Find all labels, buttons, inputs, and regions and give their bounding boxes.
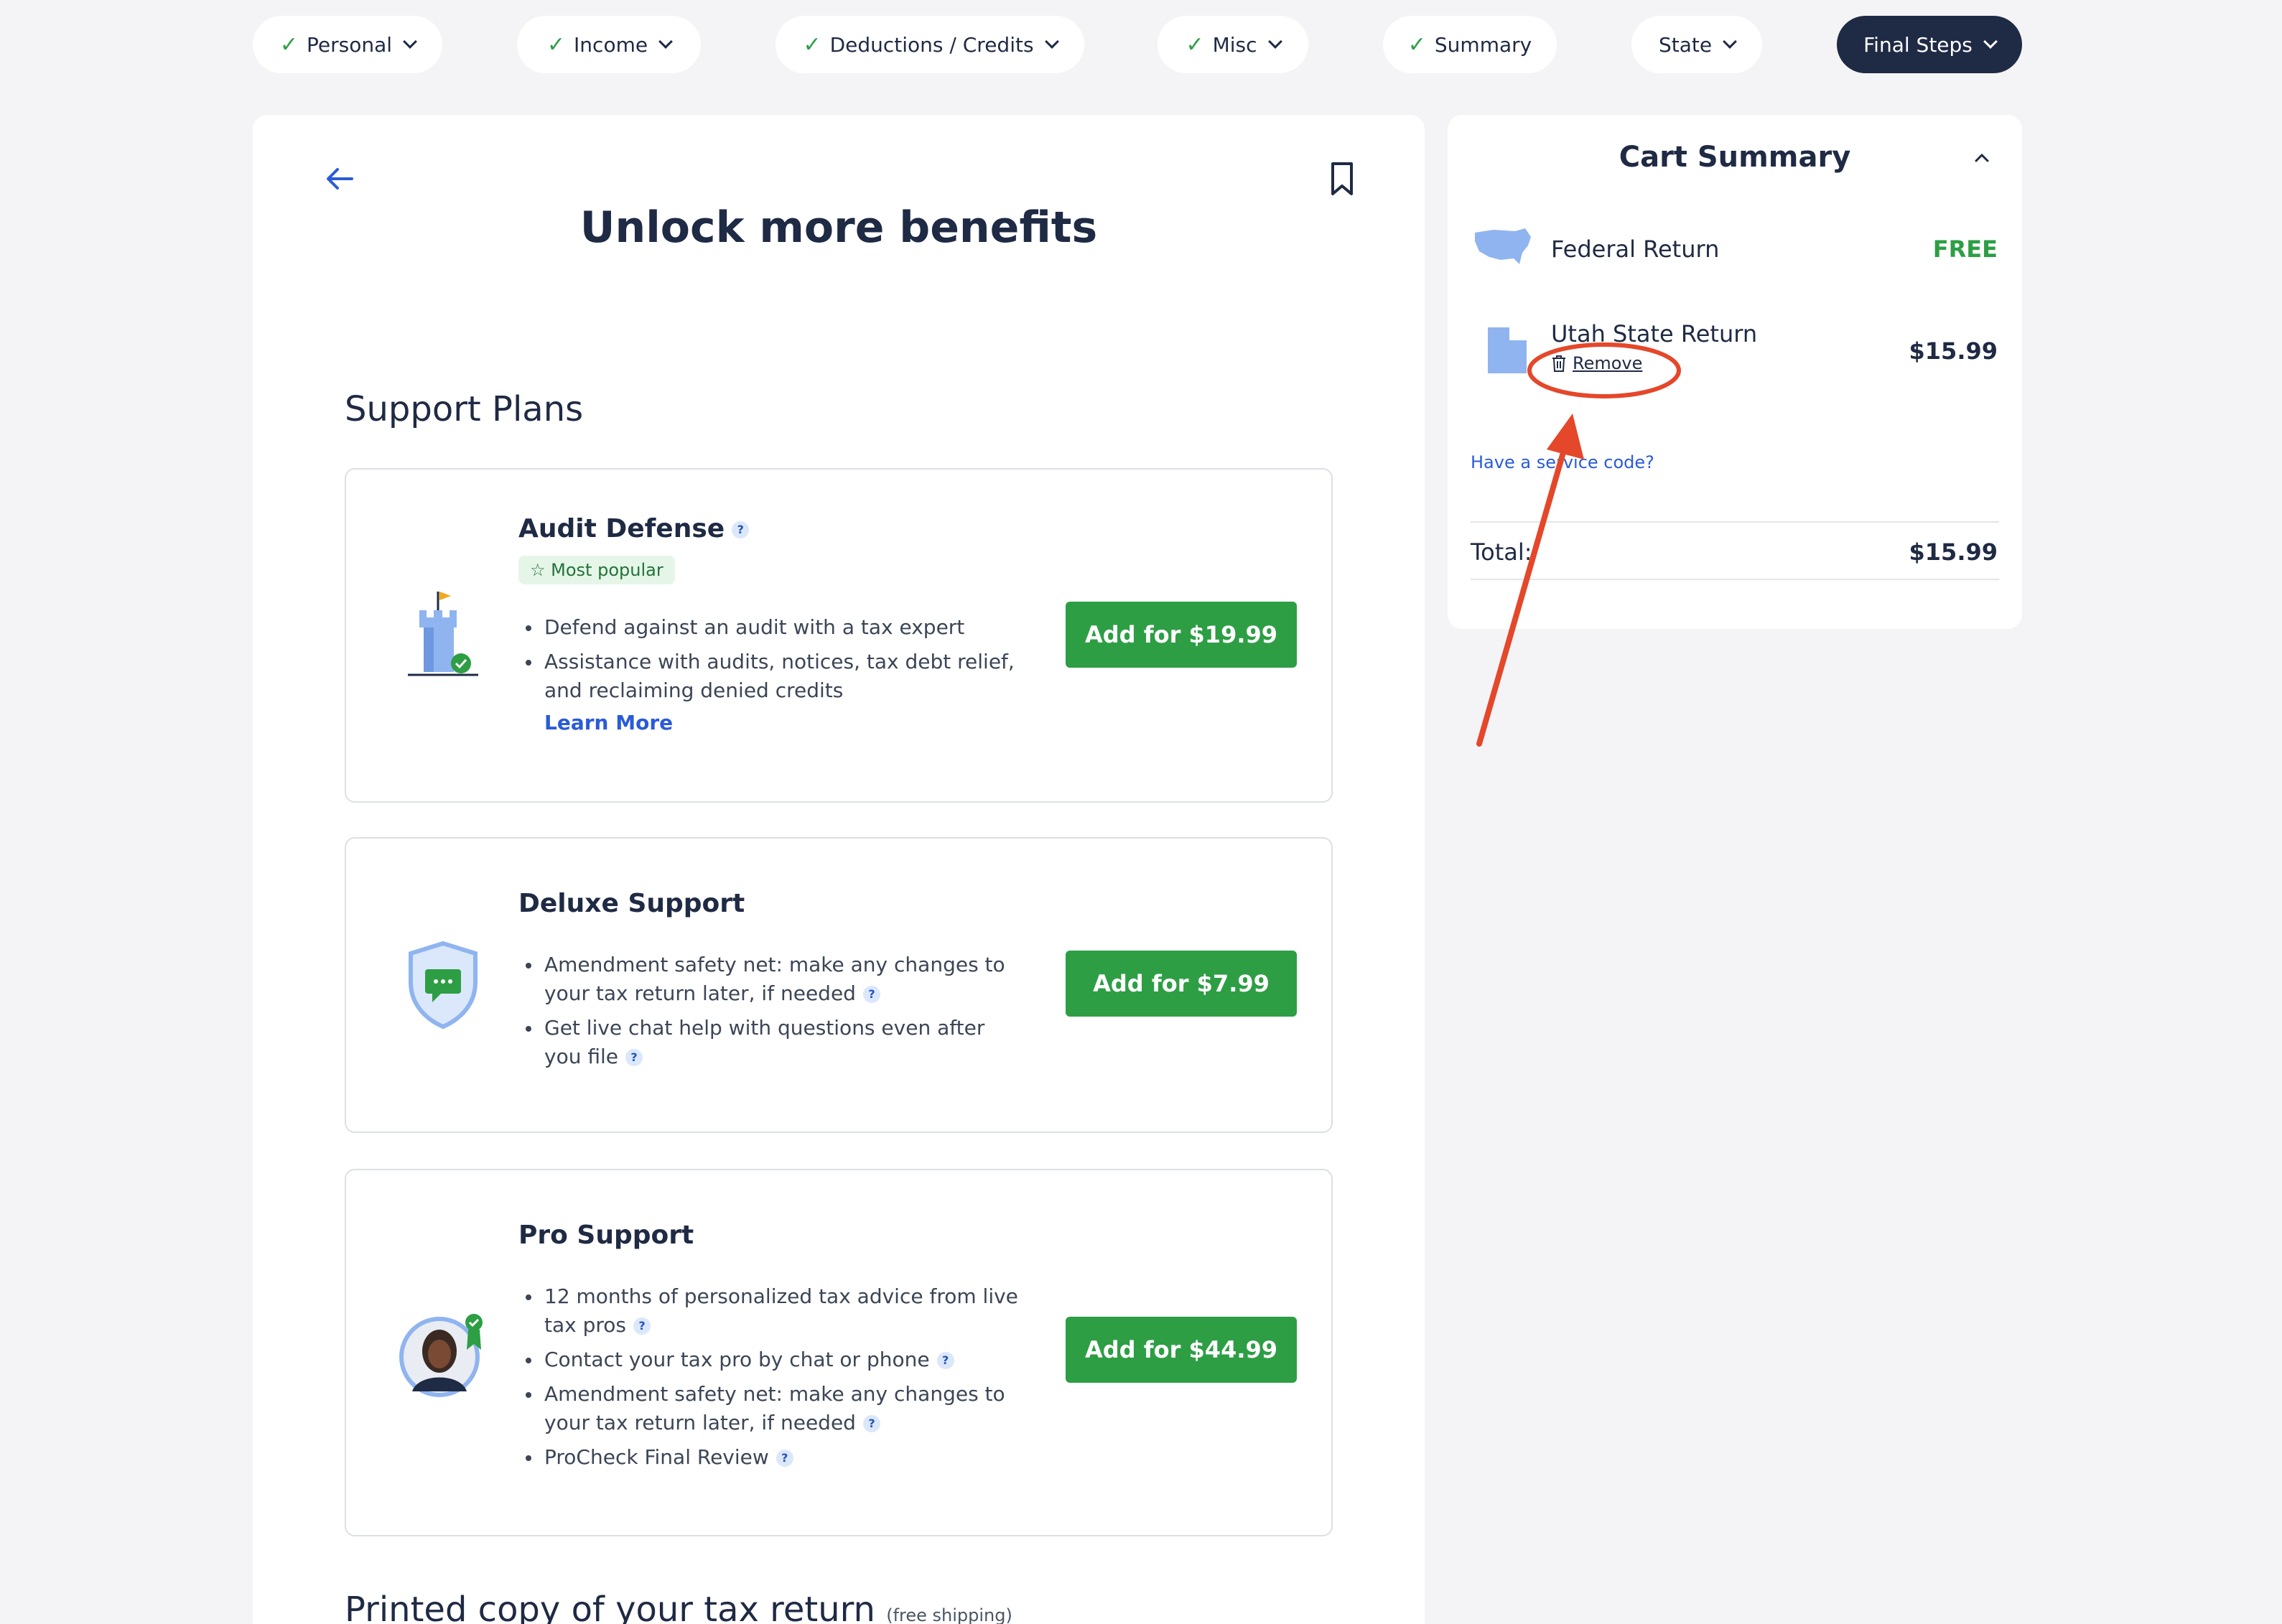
total-value: $15.99 xyxy=(1909,538,1998,566)
check-icon: ✓ xyxy=(1186,32,1204,57)
chevron-down-icon xyxy=(403,34,417,49)
shield-chat-icon xyxy=(409,941,478,1030)
cart-item-federal-return: Federal Return xyxy=(1551,235,1720,263)
nav-step-label: Final Steps xyxy=(1863,32,1973,57)
chevron-down-icon xyxy=(658,34,673,49)
chevron-down-icon xyxy=(1267,34,1282,49)
plan-name: Audit Defense? xyxy=(518,514,750,543)
divider xyxy=(1471,521,1999,523)
benefit-text: Amendment safety net: make any changes t… xyxy=(544,1382,1005,1434)
nav-step-label: State xyxy=(1658,32,1713,57)
remove-label: Remove xyxy=(1573,353,1643,373)
benefit-item: Defend against an audit with a tax exper… xyxy=(526,613,1018,642)
benefit-text: 12 months of personalized tax advice fro… xyxy=(544,1284,1018,1337)
cart-item-federal-price: FREE xyxy=(1932,235,1998,263)
help-icon[interactable]: ? xyxy=(936,1352,954,1369)
help-icon[interactable]: ? xyxy=(776,1450,793,1467)
nav-step-label: Summary xyxy=(1434,32,1532,57)
nav-step-state[interactable]: State xyxy=(1631,16,1762,73)
nav-step-summary[interactable]: ✓ Summary xyxy=(1383,16,1557,73)
plan-card-audit-defense: Audit Defense? ☆ Most popular Defend aga… xyxy=(345,468,1333,803)
add-pro-support-button[interactable]: Add for $44.99 xyxy=(1066,1317,1297,1383)
plan-name: Deluxe Support xyxy=(518,889,745,918)
help-icon[interactable]: ? xyxy=(862,986,880,1003)
check-icon: ✓ xyxy=(803,32,821,57)
plan-benefits-list: 12 months of personalized tax advice fro… xyxy=(526,1282,1018,1478)
divider xyxy=(1471,579,1999,580)
benefit-item: ProCheck Final Review? xyxy=(526,1443,1018,1472)
check-icon: ✓ xyxy=(546,32,566,57)
service-code-link[interactable]: Have a service code? xyxy=(1471,452,1654,472)
section-title: Support Plans xyxy=(345,389,584,429)
cart-summary-panel: Cart Summary Federal Return FREE Utah St… xyxy=(1448,115,2022,629)
castle-tower-icon xyxy=(408,592,478,676)
add-audit-defense-button[interactable]: Add for $19.99 xyxy=(1066,602,1297,668)
printed-copy-heading: Printed copy of your tax return (free sh… xyxy=(345,1590,1012,1624)
main-card: Unlock more benefits Support Plans Audit… xyxy=(253,115,1425,1624)
remove-utah-state-return-link[interactable]: Remove xyxy=(1551,353,1642,373)
cart-item-utah-state-return: Utah State Return xyxy=(1551,320,1758,347)
chevron-up-icon[interactable] xyxy=(1973,149,1990,167)
benefit-item: Get live chat help with questions even a… xyxy=(526,1014,1018,1071)
chevron-down-icon xyxy=(1983,34,1998,49)
help-icon[interactable]: ? xyxy=(862,1415,880,1432)
total-label: Total: xyxy=(1471,538,1532,566)
check-icon: ✓ xyxy=(1407,32,1426,57)
tax-pro-avatar-icon xyxy=(399,1314,483,1397)
usa-map-icon xyxy=(1475,228,1531,264)
plan-name-text: Audit Defense xyxy=(518,514,725,543)
benefit-text: Amendment safety net: make any changes t… xyxy=(544,953,1005,1005)
check-icon: ✓ xyxy=(279,32,299,57)
nav-step-misc[interactable]: ✓ Misc xyxy=(1158,16,1308,73)
utah-map-icon xyxy=(1488,327,1527,373)
help-icon[interactable]: ? xyxy=(625,1049,643,1066)
help-icon[interactable]: ? xyxy=(633,1317,651,1335)
star-icon: ☆ xyxy=(530,560,546,580)
help-icon[interactable]: ? xyxy=(732,521,750,538)
nav-step-label: Income xyxy=(574,32,648,57)
most-popular-badge: ☆ Most popular xyxy=(518,556,675,584)
benefit-text: ProCheck Final Review xyxy=(544,1445,769,1469)
benefit-text: Contact your tax pro by chat or phone xyxy=(544,1348,930,1371)
plan-card-pro-support: Pro Support 12 months of personalized ta… xyxy=(345,1169,1333,1536)
benefit-item: Amendment safety net: make any changes t… xyxy=(526,1380,1018,1437)
nav-step-label: Personal xyxy=(307,32,393,57)
chevron-down-icon xyxy=(1044,34,1059,49)
benefit-item: Amendment safety net: make any changes t… xyxy=(526,951,1018,1008)
badge-label: Most popular xyxy=(551,560,663,580)
chevron-down-icon xyxy=(1723,34,1737,49)
plan-card-deluxe-support: Deluxe Support Amendment safety net: mak… xyxy=(345,837,1333,1133)
benefit-item: Contact your tax pro by chat or phone? xyxy=(526,1345,1018,1374)
page-title: Unlock more benefits xyxy=(579,202,1098,253)
plan-name: Pro Support xyxy=(518,1221,694,1250)
back-arrow-icon[interactable] xyxy=(323,162,356,195)
learn-more-link[interactable]: Learn More xyxy=(544,711,673,734)
plan-benefits-list: Amendment safety net: make any changes t… xyxy=(526,951,1018,1077)
nav-step-final-steps[interactable]: Final Steps xyxy=(1837,16,2022,73)
benefit-text: Get live chat help with questions even a… xyxy=(544,1016,985,1068)
bookmark-icon[interactable] xyxy=(1326,161,1359,197)
nav-step-income[interactable]: ✓ Income xyxy=(517,16,701,73)
cart-item-utah-price: $15.99 xyxy=(1909,337,1998,365)
printed-copy-title: Printed copy of your tax return xyxy=(345,1590,875,1624)
nav-step-label: Deductions / Credits xyxy=(829,32,1034,57)
nav-step-deductions-credits[interactable]: ✓ Deductions / Credits xyxy=(776,16,1084,73)
trash-icon xyxy=(1552,355,1565,372)
add-deluxe-support-button[interactable]: Add for $7.99 xyxy=(1066,951,1297,1017)
nav-step-label: Misc xyxy=(1212,32,1257,57)
plan-benefits-list: Defend against an audit with a tax exper… xyxy=(526,613,1018,711)
benefit-item: 12 months of personalized tax advice fro… xyxy=(526,1282,1018,1340)
printed-copy-subtitle: (free shipping) xyxy=(886,1605,1012,1624)
nav-step-personal[interactable]: ✓ Personal xyxy=(253,16,442,73)
benefit-item: Assistance with audits, notices, tax deb… xyxy=(526,648,1018,705)
cart-title: Cart Summary xyxy=(1619,141,1851,174)
